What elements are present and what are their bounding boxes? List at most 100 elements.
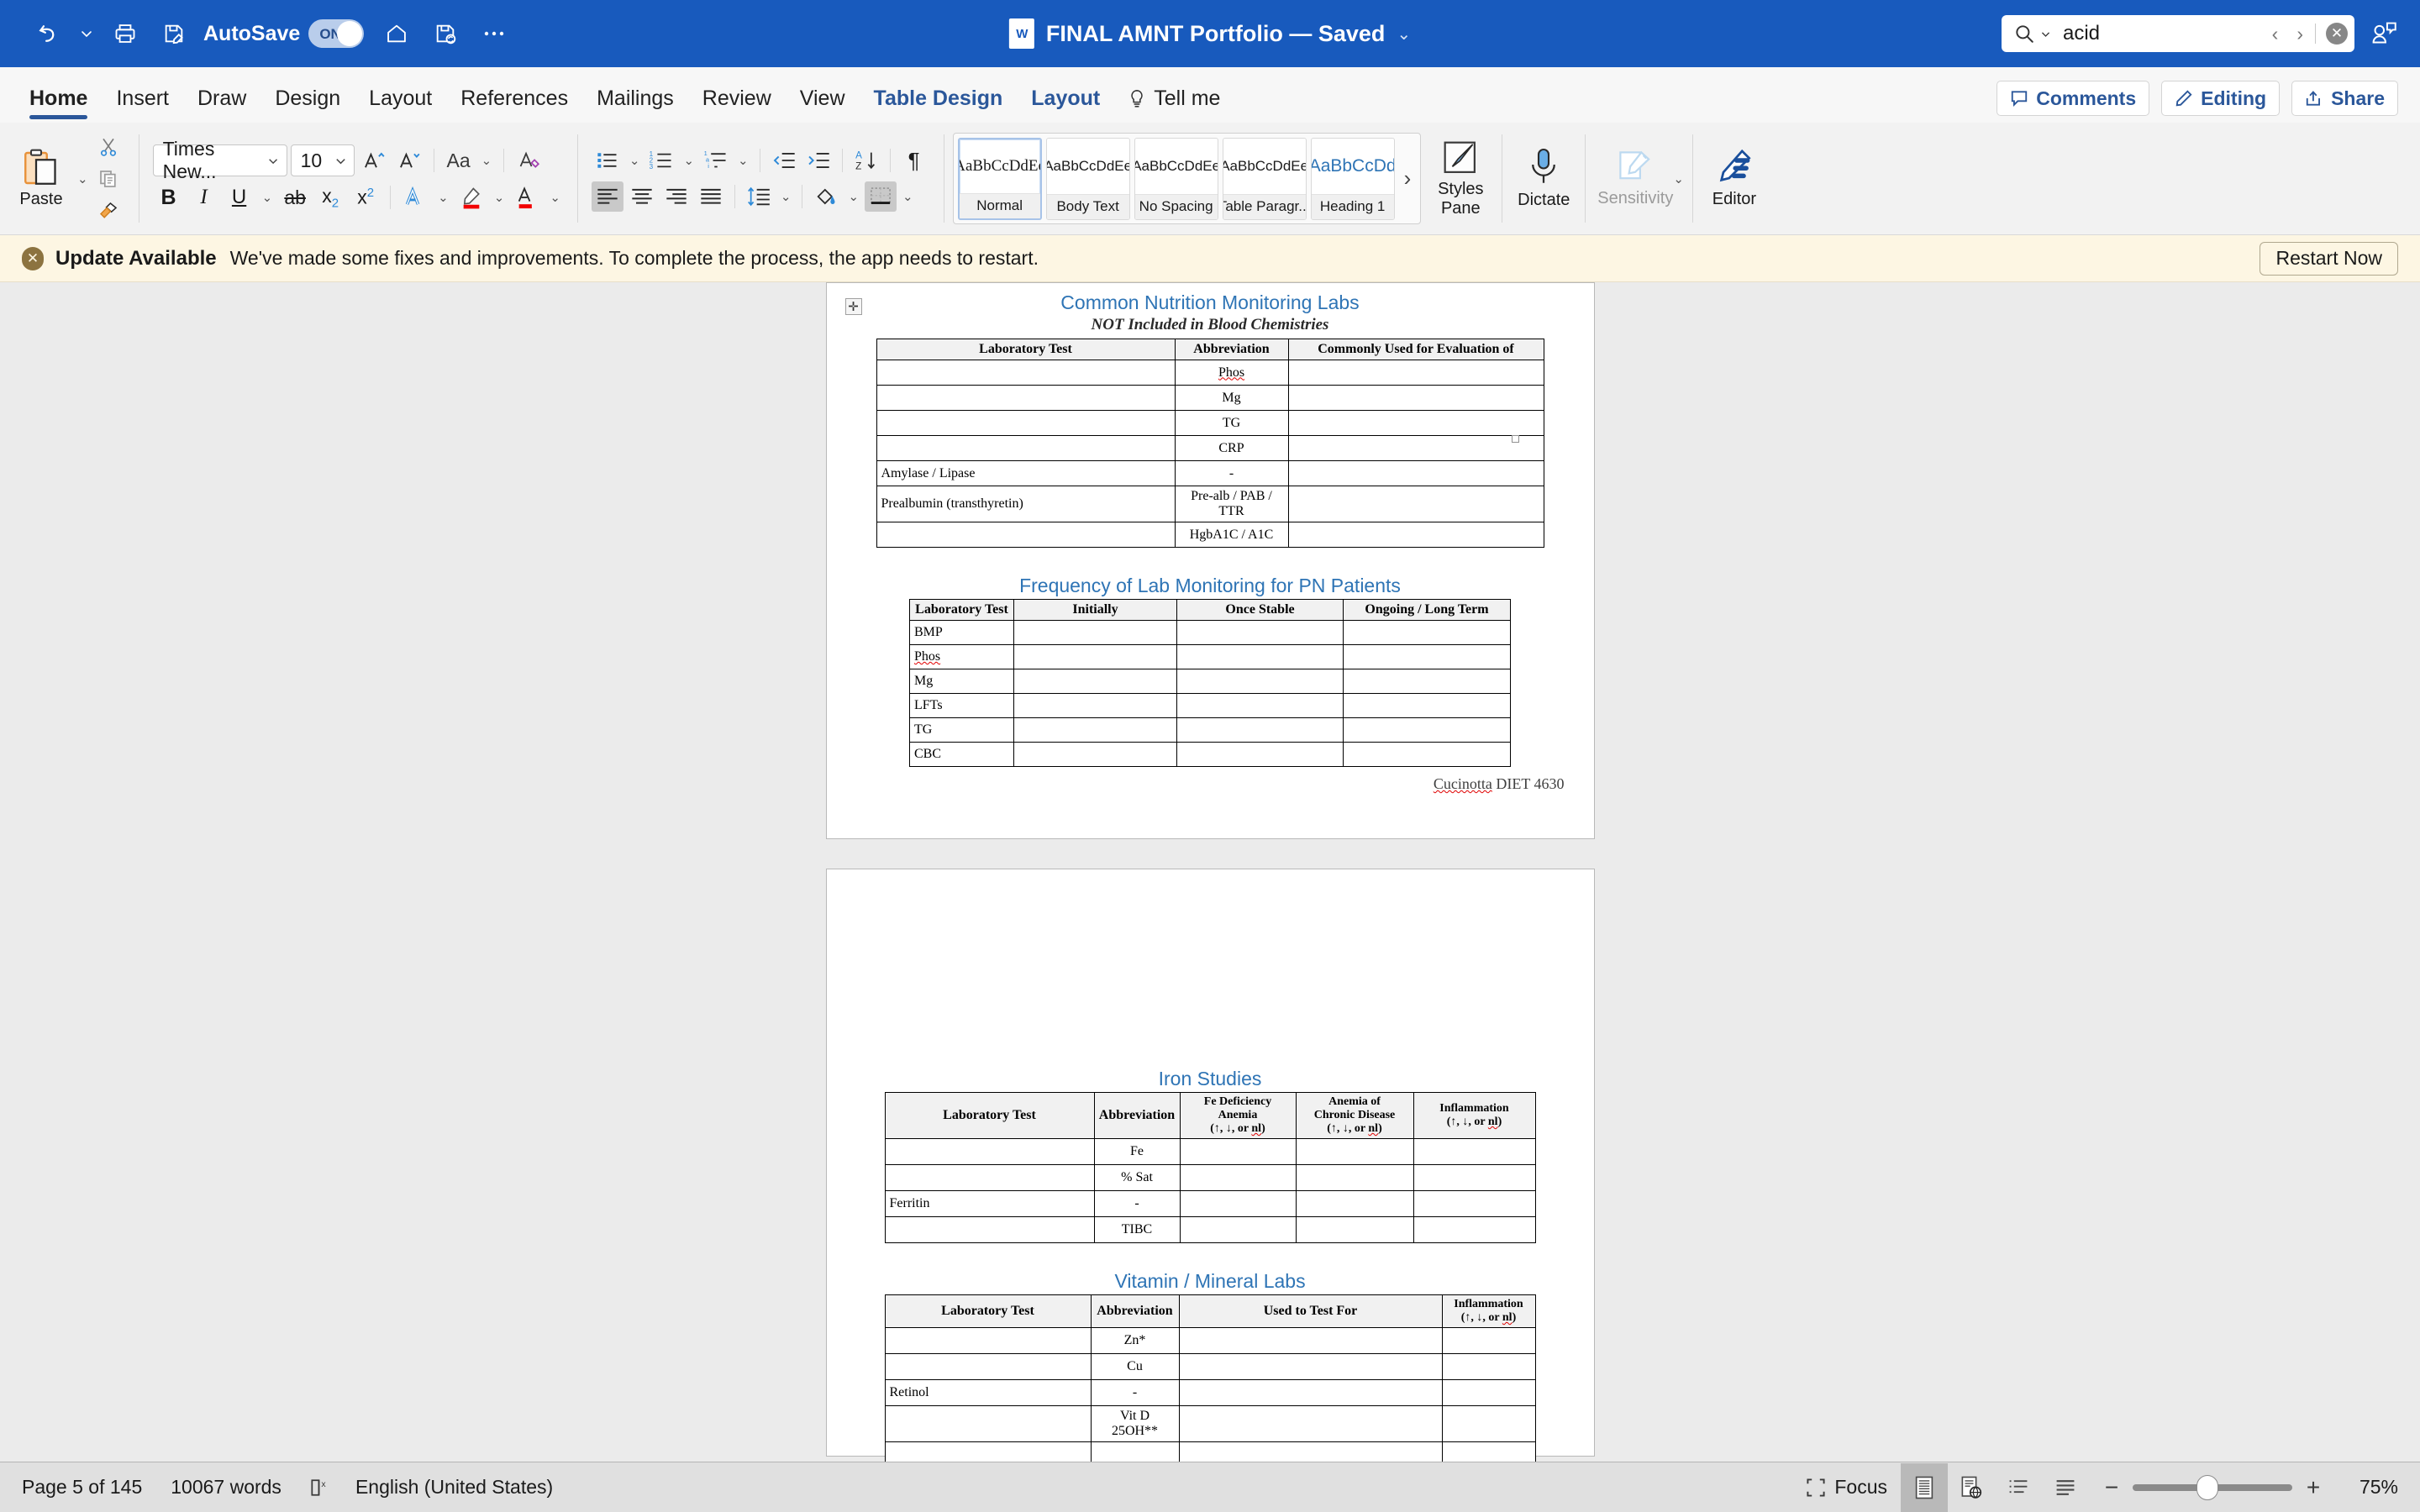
table-row[interactable]: HgbA1C / A1C	[876, 522, 1544, 548]
borders-button[interactable]	[865, 181, 897, 212]
tab-table-design[interactable]: Table Design	[860, 87, 1018, 123]
cell[interactable]	[1343, 693, 1511, 718]
style-card-body-text[interactable]: AaBbCcDdEe Body Text	[1045, 137, 1130, 220]
zoom-slider-handle[interactable]	[2196, 1474, 2218, 1500]
cell[interactable]	[1295, 1216, 1414, 1243]
font-name-combo[interactable]: Times New...	[152, 138, 287, 182]
bold-button[interactable]: B	[153, 182, 185, 213]
undo-dropdown-icon[interactable]	[72, 10, 101, 57]
table-row[interactable]: Amylase / Lipase -	[876, 460, 1544, 486]
cell[interactable]: BMP	[909, 620, 1014, 645]
paste-button[interactable]: Paste	[8, 148, 74, 209]
tab-design[interactable]: Design	[260, 87, 355, 123]
styles-gallery-more-button[interactable]: ›	[1399, 165, 1417, 192]
table-move-handle[interactable]: ✛	[844, 298, 862, 315]
collaborators-icon[interactable]	[2370, 20, 2398, 47]
page-indicator[interactable]: Page 5 of 145	[22, 1476, 142, 1499]
cell[interactable]	[1287, 385, 1544, 411]
table-row[interactable]	[884, 1441, 1536, 1462]
tab-layout[interactable]: Layout	[355, 87, 446, 123]
table-row[interactable]: CRP	[876, 435, 1544, 461]
cell[interactable]: Phos	[914, 649, 940, 664]
document-canvas[interactable]: ✛ Common Nutrition Monitoring Labs NOT I…	[0, 282, 2420, 1462]
cell[interactable]	[876, 360, 1176, 386]
cell[interactable]	[884, 1138, 1095, 1165]
multilevel-chevron-icon[interactable]: ⌄	[734, 153, 752, 168]
cell[interactable]: Mg	[909, 669, 1014, 694]
change-case-button[interactable]: Aa	[443, 145, 475, 176]
sync-save-icon[interactable]	[421, 10, 470, 57]
borders-chevron-icon[interactable]: ⌄	[899, 189, 917, 204]
cell[interactable]	[884, 1441, 1092, 1462]
line-spacing-button[interactable]	[743, 181, 775, 212]
cell[interactable]: Phos	[1218, 365, 1244, 380]
search-clear-button[interactable]: ✕	[2326, 23, 2348, 45]
increase-indent-button[interactable]	[802, 145, 834, 176]
bullets-chevron-icon[interactable]: ⌄	[626, 153, 644, 168]
tab-draw[interactable]: Draw	[183, 87, 260, 123]
cell[interactable]	[1287, 360, 1544, 386]
cell[interactable]	[1295, 1190, 1414, 1217]
cell[interactable]	[876, 435, 1176, 461]
undo-icon[interactable]	[24, 10, 72, 57]
editor-button[interactable]: Editor	[1698, 123, 1770, 234]
style-card-no-spacing[interactable]: AaBbCcDdEe No Spacing	[1134, 137, 1218, 220]
table-frequency-lab-monitoring-pn[interactable]: Laboratory Test Initially Once Stable On…	[909, 599, 1511, 767]
strikethrough-button[interactable]: ab	[279, 182, 311, 213]
cell[interactable]	[1178, 1353, 1443, 1380]
tab-tell-me[interactable]: Tell me	[1114, 87, 1234, 123]
home-icon[interactable]	[372, 10, 421, 57]
multilevel-list-button[interactable]: 1ai	[700, 145, 732, 176]
cell[interactable]: -	[1093, 1190, 1181, 1217]
cell[interactable]: TG	[1174, 410, 1289, 436]
highlight-color-button[interactable]	[455, 182, 487, 213]
cell[interactable]: -	[1090, 1379, 1180, 1406]
superscript-button[interactable]: x2	[350, 182, 381, 213]
cell[interactable]	[1013, 742, 1177, 767]
cell[interactable]	[1090, 1441, 1180, 1462]
word-count[interactable]: 10067 words	[171, 1476, 281, 1499]
cell[interactable]	[884, 1327, 1092, 1354]
cell[interactable]: Cu	[1090, 1353, 1180, 1380]
table-row[interactable]: CBC	[909, 742, 1511, 767]
cell[interactable]	[884, 1405, 1092, 1442]
line-spacing-chevron-icon[interactable]: ⌄	[777, 189, 795, 204]
tab-table-layout[interactable]: Layout	[1017, 87, 1114, 123]
cell[interactable]	[1013, 693, 1177, 718]
shading-button[interactable]	[810, 181, 842, 212]
cell[interactable]	[1013, 717, 1177, 743]
cell[interactable]	[1287, 435, 1544, 461]
cell[interactable]	[1441, 1441, 1536, 1462]
decrease-indent-button[interactable]	[768, 145, 800, 176]
cell[interactable]: Pre-alb / PAB / TTR	[1174, 486, 1289, 522]
show-formatting-marks-button[interactable]: ¶	[898, 145, 930, 176]
save-as-icon[interactable]	[150, 10, 198, 57]
style-card-table-paragraph[interactable]: AaBbCcDdEe Table Paragr...	[1222, 137, 1307, 220]
cell[interactable]: % Sat	[1093, 1164, 1181, 1191]
cell[interactable]	[1343, 620, 1511, 645]
cut-button[interactable]	[92, 132, 125, 162]
font-color-chevron-icon[interactable]: ⌄	[546, 190, 564, 205]
table-row[interactable]: Zn*	[884, 1327, 1536, 1354]
cell[interactable]	[1295, 1164, 1414, 1191]
cell[interactable]	[1176, 742, 1344, 767]
search-box[interactable]: acid ‹ › ✕	[2002, 15, 2354, 52]
cell[interactable]: Prealbumin (transthyretin)	[876, 486, 1176, 522]
document-title-area[interactable]: W FINAL AMNT Portfolio — Saved ⌄	[1008, 18, 1411, 49]
cell[interactable]	[1013, 669, 1177, 694]
language-indicator[interactable]: English (United States)	[355, 1476, 553, 1499]
cell[interactable]: Retinol	[884, 1379, 1092, 1406]
underline-button[interactable]: U	[224, 182, 255, 213]
cell[interactable]	[1178, 1327, 1443, 1354]
autosave-toggle[interactable]: ON	[308, 19, 365, 48]
cell[interactable]	[1287, 522, 1544, 548]
align-center-button[interactable]	[626, 181, 658, 212]
cell[interactable]	[1287, 460, 1544, 486]
tab-review[interactable]: Review	[688, 87, 786, 123]
cell[interactable]	[1176, 669, 1344, 694]
search-next-button[interactable]: ›	[2290, 23, 2310, 45]
search-prev-button[interactable]: ‹	[2265, 23, 2286, 45]
align-right-button[interactable]	[660, 181, 692, 212]
tab-insert[interactable]: Insert	[102, 87, 183, 123]
highlight-chevron-icon[interactable]: ⌄	[491, 190, 508, 205]
